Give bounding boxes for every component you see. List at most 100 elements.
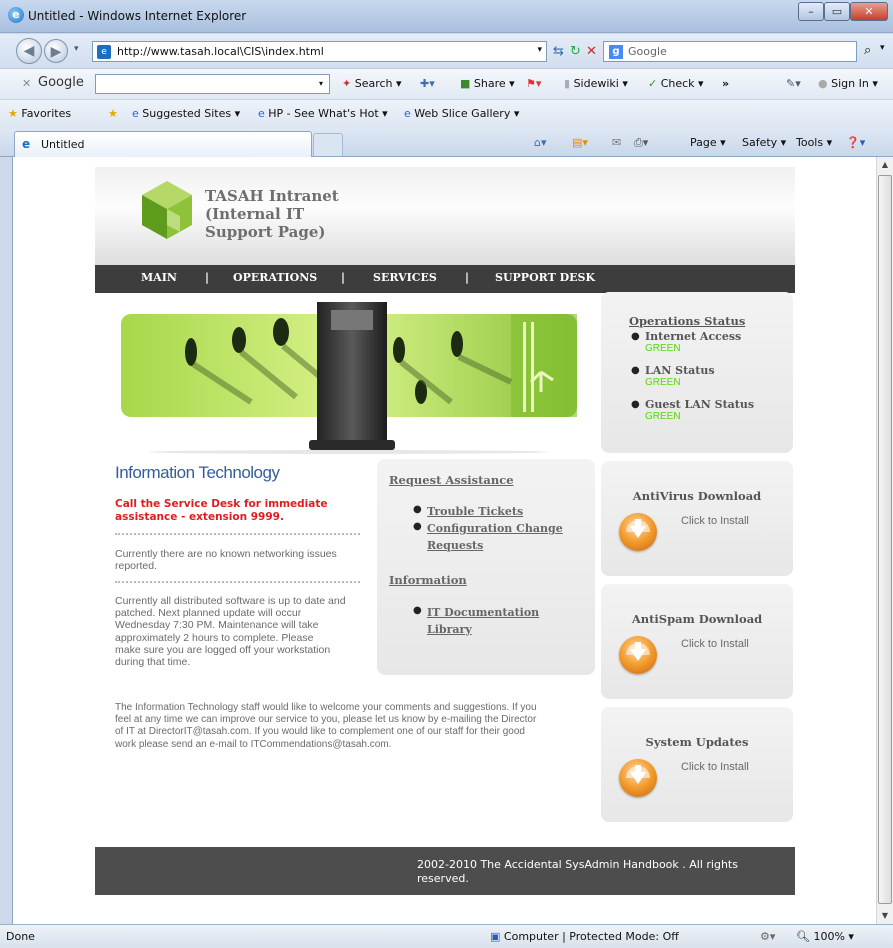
sign-in-button[interactable]: ● Sign In ▾ bbox=[818, 77, 878, 90]
zoom-control[interactable]: 🔍︎ 100% ▾ bbox=[796, 930, 854, 943]
maximize-button[interactable]: ▭ bbox=[824, 2, 850, 21]
site-title: TASAH Intranet (Internal IT Support Page… bbox=[205, 187, 355, 241]
intranet-page: TASAH Intranet (Internal IT Support Page… bbox=[95, 167, 795, 915]
address-bar[interactable]: e http://www.tasah.local\CIS\index.html … bbox=[92, 41, 547, 62]
close-button[interactable]: ✕ bbox=[850, 2, 888, 21]
safety-menu-label: Safety bbox=[742, 136, 778, 149]
history-dropdown-icon[interactable]: ▾ bbox=[74, 44, 79, 54]
note-line: during that time. bbox=[115, 656, 191, 669]
security-zone[interactable]: ▣ Computer | Protected Mode: Off bbox=[490, 930, 679, 943]
url-field[interactable]: http://www.tasah.local\CIS\index.html bbox=[117, 45, 324, 58]
forward-button[interactable]: ▶ bbox=[44, 39, 68, 63]
protected-mode-icon[interactable]: ⚙▾ bbox=[760, 930, 775, 943]
status-value: GREEN bbox=[645, 411, 681, 422]
menu-operations[interactable]: OPERATIONS bbox=[233, 271, 317, 284]
bullet: ● bbox=[413, 521, 422, 532]
google-search-provider-icon[interactable]: g bbox=[609, 45, 623, 59]
safety-menu[interactable]: Safety ▾ bbox=[742, 136, 786, 149]
wrench-icon[interactable]: ✎▾ bbox=[786, 77, 801, 90]
fav-label: Web Slice Gallery bbox=[414, 107, 511, 120]
main-menu: MAIN | OPERATIONS | SERVICES | SUPPORT D… bbox=[95, 265, 795, 293]
google-search-input[interactable] bbox=[95, 74, 330, 94]
google-search-label: Search bbox=[354, 77, 393, 90]
banner-image bbox=[121, 302, 577, 454]
it-documentation-link[interactable]: IT Documentation Library bbox=[427, 606, 539, 636]
antispam-download-box: AntiSpam Download Click to Install bbox=[601, 584, 793, 699]
menu-separator: | bbox=[205, 271, 210, 284]
page-menu-label: Page bbox=[690, 136, 717, 149]
bullet: ● bbox=[413, 605, 422, 616]
spellcheck-icon: ✓ bbox=[648, 77, 658, 90]
status-value: GREEN bbox=[645, 377, 681, 388]
click-to-install-link[interactable]: Click to Install bbox=[681, 761, 749, 773]
configuration-change-link[interactable]: Configuration Change Requests bbox=[427, 522, 563, 552]
check-button[interactable]: ✓ Check ▾ bbox=[648, 77, 704, 90]
status-item: ● LAN Status GREEN bbox=[631, 364, 791, 398]
google-search-button[interactable]: ✦ Search ▾ bbox=[342, 77, 402, 90]
arrow-stem bbox=[635, 765, 641, 772]
bullet: ● bbox=[631, 399, 640, 410]
new-tab-button[interactable] bbox=[313, 133, 343, 156]
search-options-icon[interactable]: ▾ bbox=[880, 43, 885, 53]
arrow-head bbox=[630, 526, 646, 538]
menu-main[interactable]: MAIN bbox=[141, 271, 177, 284]
vertical-scrollbar[interactable]: ▲ ▼ bbox=[876, 157, 893, 924]
share-button[interactable]: ■ Share ▾ bbox=[460, 77, 515, 90]
arrow-head bbox=[630, 772, 646, 784]
toolbar-overflow[interactable]: » bbox=[722, 77, 729, 90]
download-arrow-icon[interactable] bbox=[619, 636, 657, 674]
download-title: AntiVirus Download bbox=[632, 489, 762, 503]
stop-icon[interactable]: ✕ bbox=[586, 44, 597, 59]
google-brand: Google bbox=[38, 75, 84, 90]
close-toolbar-icon[interactable]: ✕ bbox=[22, 77, 31, 90]
trouble-tickets-link[interactable]: Trouble Tickets bbox=[427, 505, 523, 518]
scroll-down-icon[interactable]: ▼ bbox=[877, 908, 893, 924]
note-line: Currently all distributed software is up… bbox=[115, 595, 346, 607]
print-icon[interactable]: ⎙▾ bbox=[634, 136, 648, 150]
fav-web-slice-gallery[interactable]: e Web Slice Gallery ▾ bbox=[404, 107, 519, 120]
zoom-icon: 🔍︎ bbox=[796, 930, 810, 943]
status-item: ● Guest LAN Status GREEN bbox=[631, 398, 791, 432]
menu-support-desk[interactable]: SUPPORT DESK bbox=[495, 271, 595, 284]
bookmark-icon[interactable]: ⚑▾ bbox=[526, 77, 541, 90]
click-to-install-link[interactable]: Click to Install bbox=[681, 638, 749, 650]
google-dropdown-icon[interactable]: ▾ bbox=[319, 79, 323, 88]
window-title: Untitled - Windows Internet Explorer bbox=[28, 9, 247, 23]
sidewiki-button[interactable]: ▮ Sidewiki ▾ bbox=[564, 77, 628, 90]
download-arrow-icon[interactable] bbox=[619, 513, 657, 551]
tab-untitled[interactable]: e Untitled bbox=[14, 131, 312, 157]
ie-page-icon: e bbox=[404, 107, 411, 120]
feeds-icon[interactable]: ▤▾ bbox=[572, 136, 588, 149]
address-dropdown-icon[interactable]: ▾ bbox=[537, 45, 542, 55]
help-icon[interactable]: ❓▾ bbox=[846, 136, 865, 149]
back-button[interactable]: ◀ bbox=[16, 38, 42, 64]
it-section-title: Information Technology bbox=[115, 463, 280, 482]
plus-icon[interactable]: ✚▾ bbox=[420, 77, 435, 90]
favorites-bar: ★ Favorites ★ e Suggested Sites ▾ e HP -… bbox=[0, 99, 893, 128]
fav-suggested-sites[interactable]: e Suggested Sites ▾ bbox=[132, 107, 240, 120]
add-favorite-icon[interactable]: ★ bbox=[108, 107, 118, 120]
favorites-button[interactable]: ★ Favorites bbox=[8, 107, 71, 120]
search-box[interactable]: g Google bbox=[603, 41, 857, 62]
fav-hp-whats-hot[interactable]: e HP - See What's Hot ▾ bbox=[258, 107, 388, 120]
search-input[interactable]: Google bbox=[628, 45, 667, 58]
tools-menu[interactable]: Tools ▾ bbox=[796, 136, 832, 149]
sidewiki-label: Sidewiki bbox=[573, 77, 619, 90]
search-icon[interactable]: ⌕ bbox=[864, 43, 871, 58]
click-to-install-link[interactable]: Click to Install bbox=[681, 515, 749, 527]
scroll-up-icon[interactable]: ▲ bbox=[877, 157, 893, 173]
site-header: TASAH Intranet (Internal IT Support Page… bbox=[95, 167, 795, 265]
welcome-line: feel at any time we can improve our serv… bbox=[115, 714, 537, 726]
software-status-note: Currently all distributed software is up… bbox=[115, 595, 375, 668]
compatibility-icon[interactable]: ⇆ bbox=[553, 44, 564, 59]
download-arrow-icon[interactable] bbox=[619, 759, 657, 797]
mail-icon[interactable]: ✉ bbox=[612, 136, 621, 149]
status-text: Done bbox=[6, 930, 35, 943]
refresh-icon[interactable]: ↻ bbox=[570, 44, 581, 59]
scroll-thumb[interactable] bbox=[878, 175, 892, 904]
note-line: Wednesday 7:30 PM. Maintenance will take bbox=[115, 619, 319, 632]
menu-services[interactable]: SERVICES bbox=[373, 271, 437, 284]
minimize-button[interactable]: – bbox=[798, 2, 824, 21]
page-menu[interactable]: Page ▾ bbox=[690, 136, 726, 149]
home-icon[interactable]: ⌂▾ bbox=[534, 136, 547, 149]
